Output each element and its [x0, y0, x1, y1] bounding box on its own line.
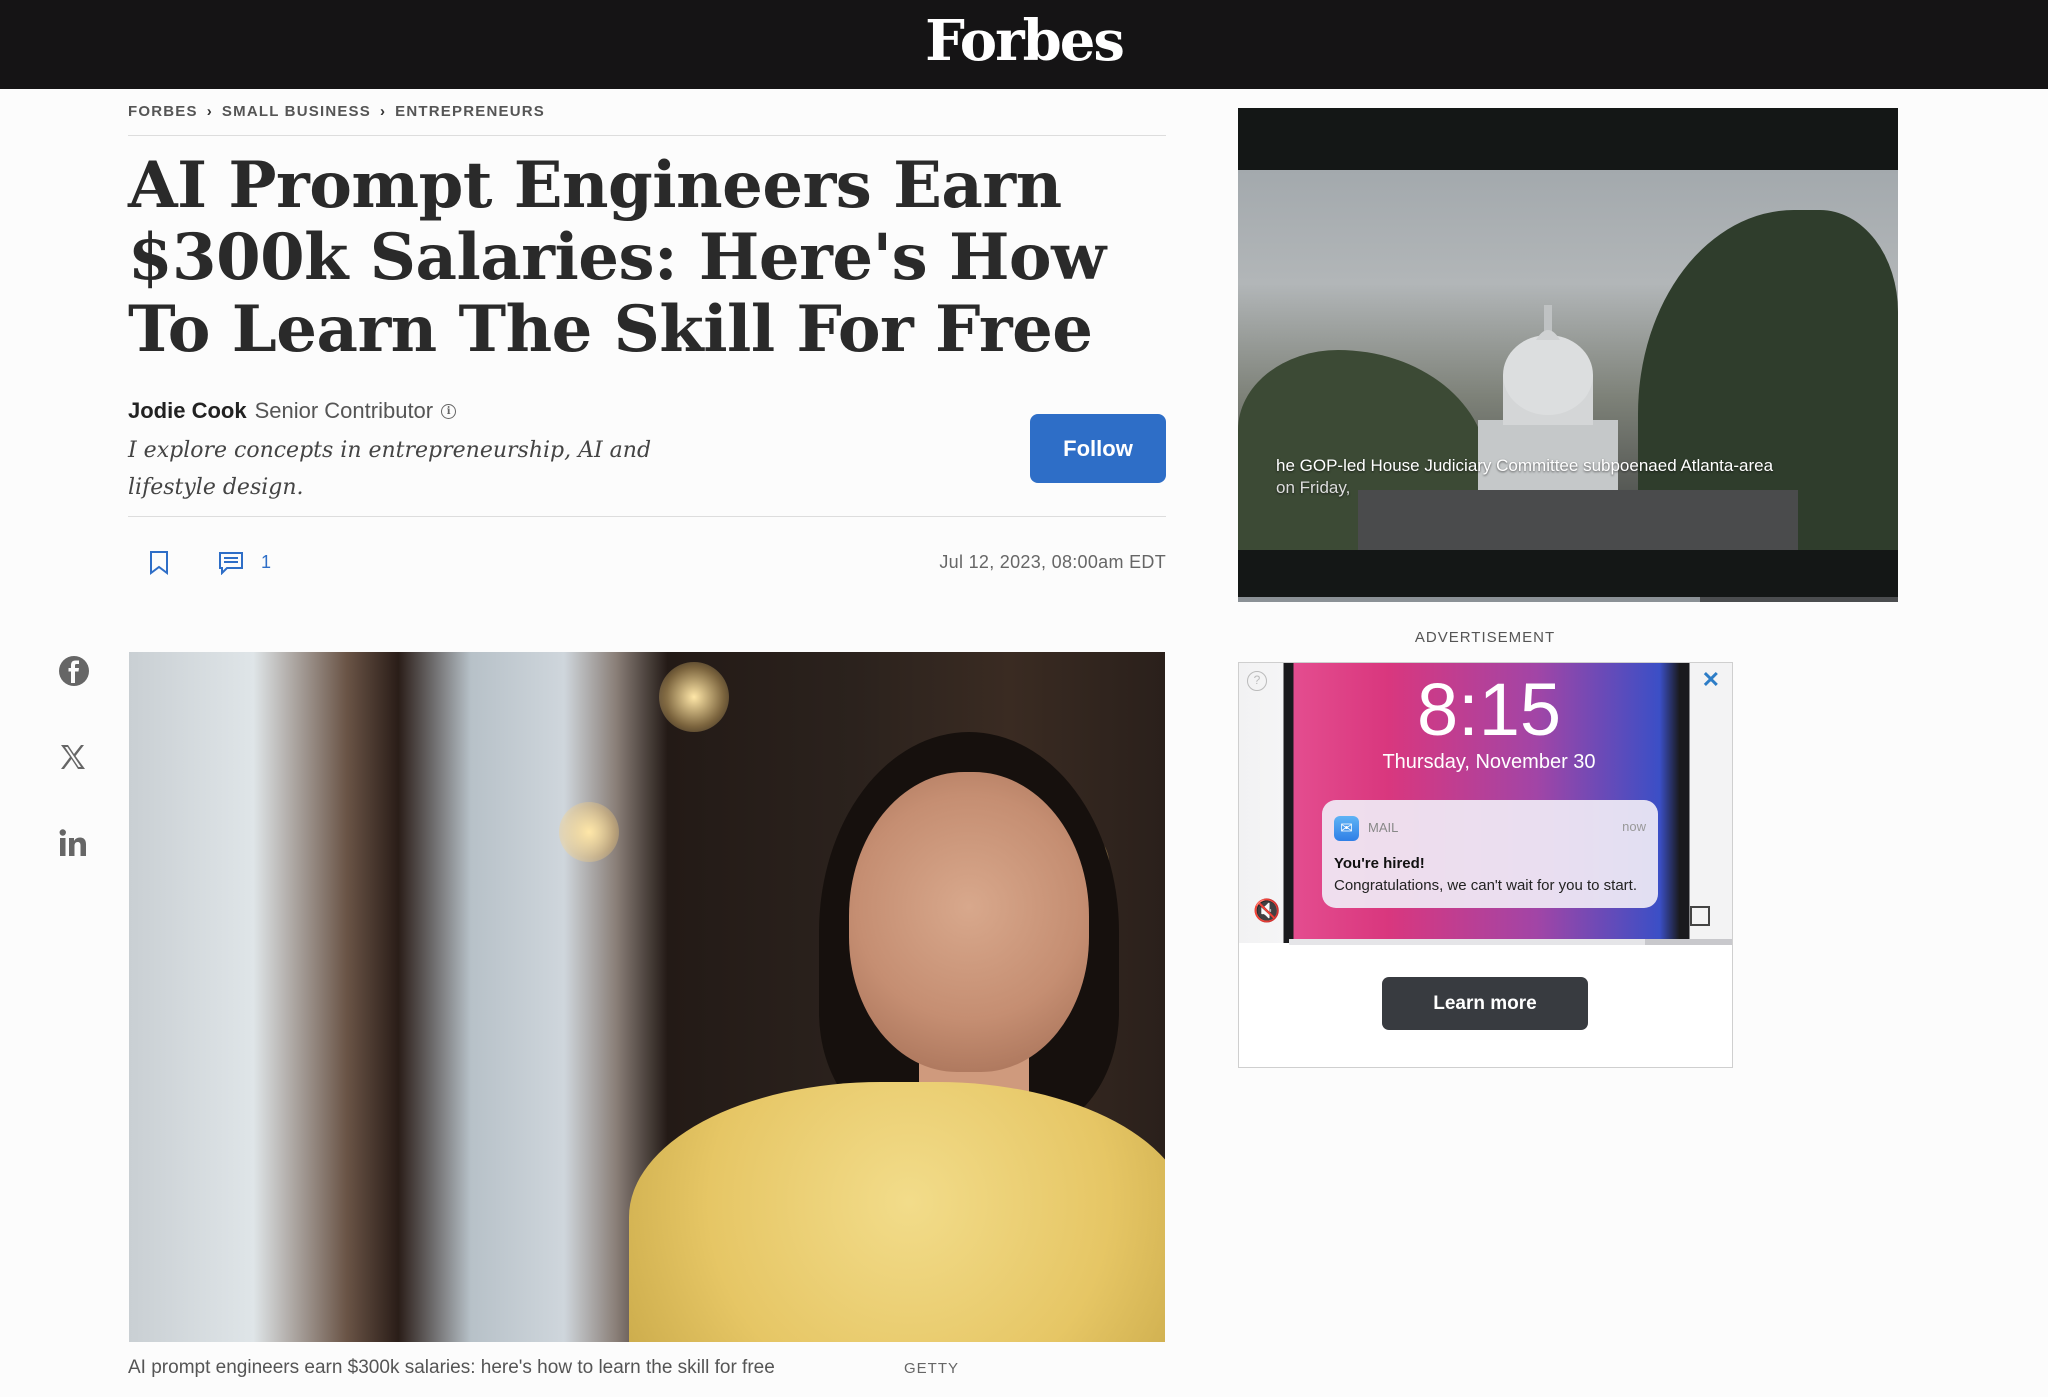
info-icon[interactable]: i	[441, 403, 457, 419]
close-icon[interactable]: ✕	[1702, 667, 1720, 693]
advertisement-label: ADVERTISEMENT	[1414, 629, 1556, 646]
forbes-logo[interactable]: Forbes	[0, 8, 2048, 74]
breadcrumb-entrepreneurs[interactable]: ENTREPRENEURS	[395, 103, 545, 120]
author-name[interactable]: Jodie Cook	[128, 398, 247, 424]
article-hero-image	[129, 652, 1165, 1342]
video-caption-line-2: on Friday,	[1276, 478, 1351, 497]
facebook-icon[interactable]	[58, 655, 90, 692]
linkedin-icon[interactable]	[58, 828, 88, 863]
bokeh-light	[559, 802, 619, 862]
learn-more-button[interactable]: Learn more	[1382, 977, 1588, 1030]
breadcrumb-forbes[interactable]: FORBES	[128, 103, 198, 120]
fullscreen-icon[interactable]	[1690, 906, 1710, 926]
x-icon[interactable]	[58, 742, 88, 777]
image-credit: GETTY	[904, 1360, 960, 1377]
breadcrumb-small-business[interactable]: SMALL BUSINESS	[222, 103, 371, 120]
notification-body: Congratulations, we can't wait for you t…	[1334, 877, 1638, 894]
follow-button[interactable]: Follow	[1030, 414, 1166, 483]
ad-unit[interactable]: 8:15 Thursday, November 30 ✉ MAIL now Yo…	[1238, 662, 1733, 1068]
top-bar: Forbes	[0, 0, 2048, 89]
ad-info-icon[interactable]: ?	[1247, 671, 1267, 691]
notification-app: MAIL	[1368, 820, 1399, 835]
mail-icon: ✉	[1334, 816, 1359, 841]
mute-icon[interactable]: 🔇	[1253, 898, 1280, 924]
video-caption: he GOP-led House Judiciary Committee sub…	[1276, 455, 1773, 499]
comment-icon[interactable]	[218, 551, 244, 580]
notification-time: now	[1622, 819, 1646, 834]
chevron-right-icon: ›	[379, 103, 387, 120]
subject-face	[849, 772, 1089, 1072]
bookmark-icon[interactable]	[148, 550, 170, 581]
ad-date: Thursday, November 30	[1382, 751, 1596, 773]
ad-phone-visual: 8:15 Thursday, November 30 ✉ MAIL now Yo…	[1239, 663, 1732, 943]
video-progress-fill	[1238, 597, 1700, 602]
video-caption-line-1: he GOP-led House Judiciary Committee sub…	[1276, 456, 1774, 475]
subject-shirt	[629, 1082, 1165, 1342]
image-caption: AI prompt engineers earn $300k salaries:…	[128, 1357, 775, 1378]
publish-date: Jul 12, 2023, 08:00am EDT	[939, 552, 1166, 572]
video-player[interactable]: he GOP-led House Judiciary Committee sub…	[1238, 108, 1898, 602]
ad-notification: ✉ MAIL now You're hired! Congratulations…	[1322, 800, 1658, 908]
notification-title: You're hired!	[1334, 855, 1425, 872]
breadcrumb: FORBES › SMALL BUSINESS › ENTREPRENEURS	[128, 103, 545, 120]
video-road	[1358, 490, 1798, 550]
video-progress-bar[interactable]	[1238, 597, 1898, 602]
author-line: Jodie Cook Senior Contributor i	[128, 398, 457, 424]
author-divider	[128, 516, 1166, 517]
article-headline: AI Prompt Engineers Earn $300k Salaries:…	[128, 148, 1106, 367]
author-role: Senior Contributor	[254, 398, 434, 423]
bokeh-light	[659, 662, 729, 732]
ad-progress-bar	[1289, 939, 1732, 945]
ad-clock: 8:15	[1416, 668, 1562, 751]
author-bio: I explore concepts in entrepreneurship, …	[128, 438, 652, 500]
comment-count[interactable]: 1	[261, 552, 271, 573]
chevron-right-icon: ›	[206, 103, 213, 120]
breadcrumb-divider	[128, 135, 1166, 136]
ad-progress-fill	[1289, 939, 1645, 945]
